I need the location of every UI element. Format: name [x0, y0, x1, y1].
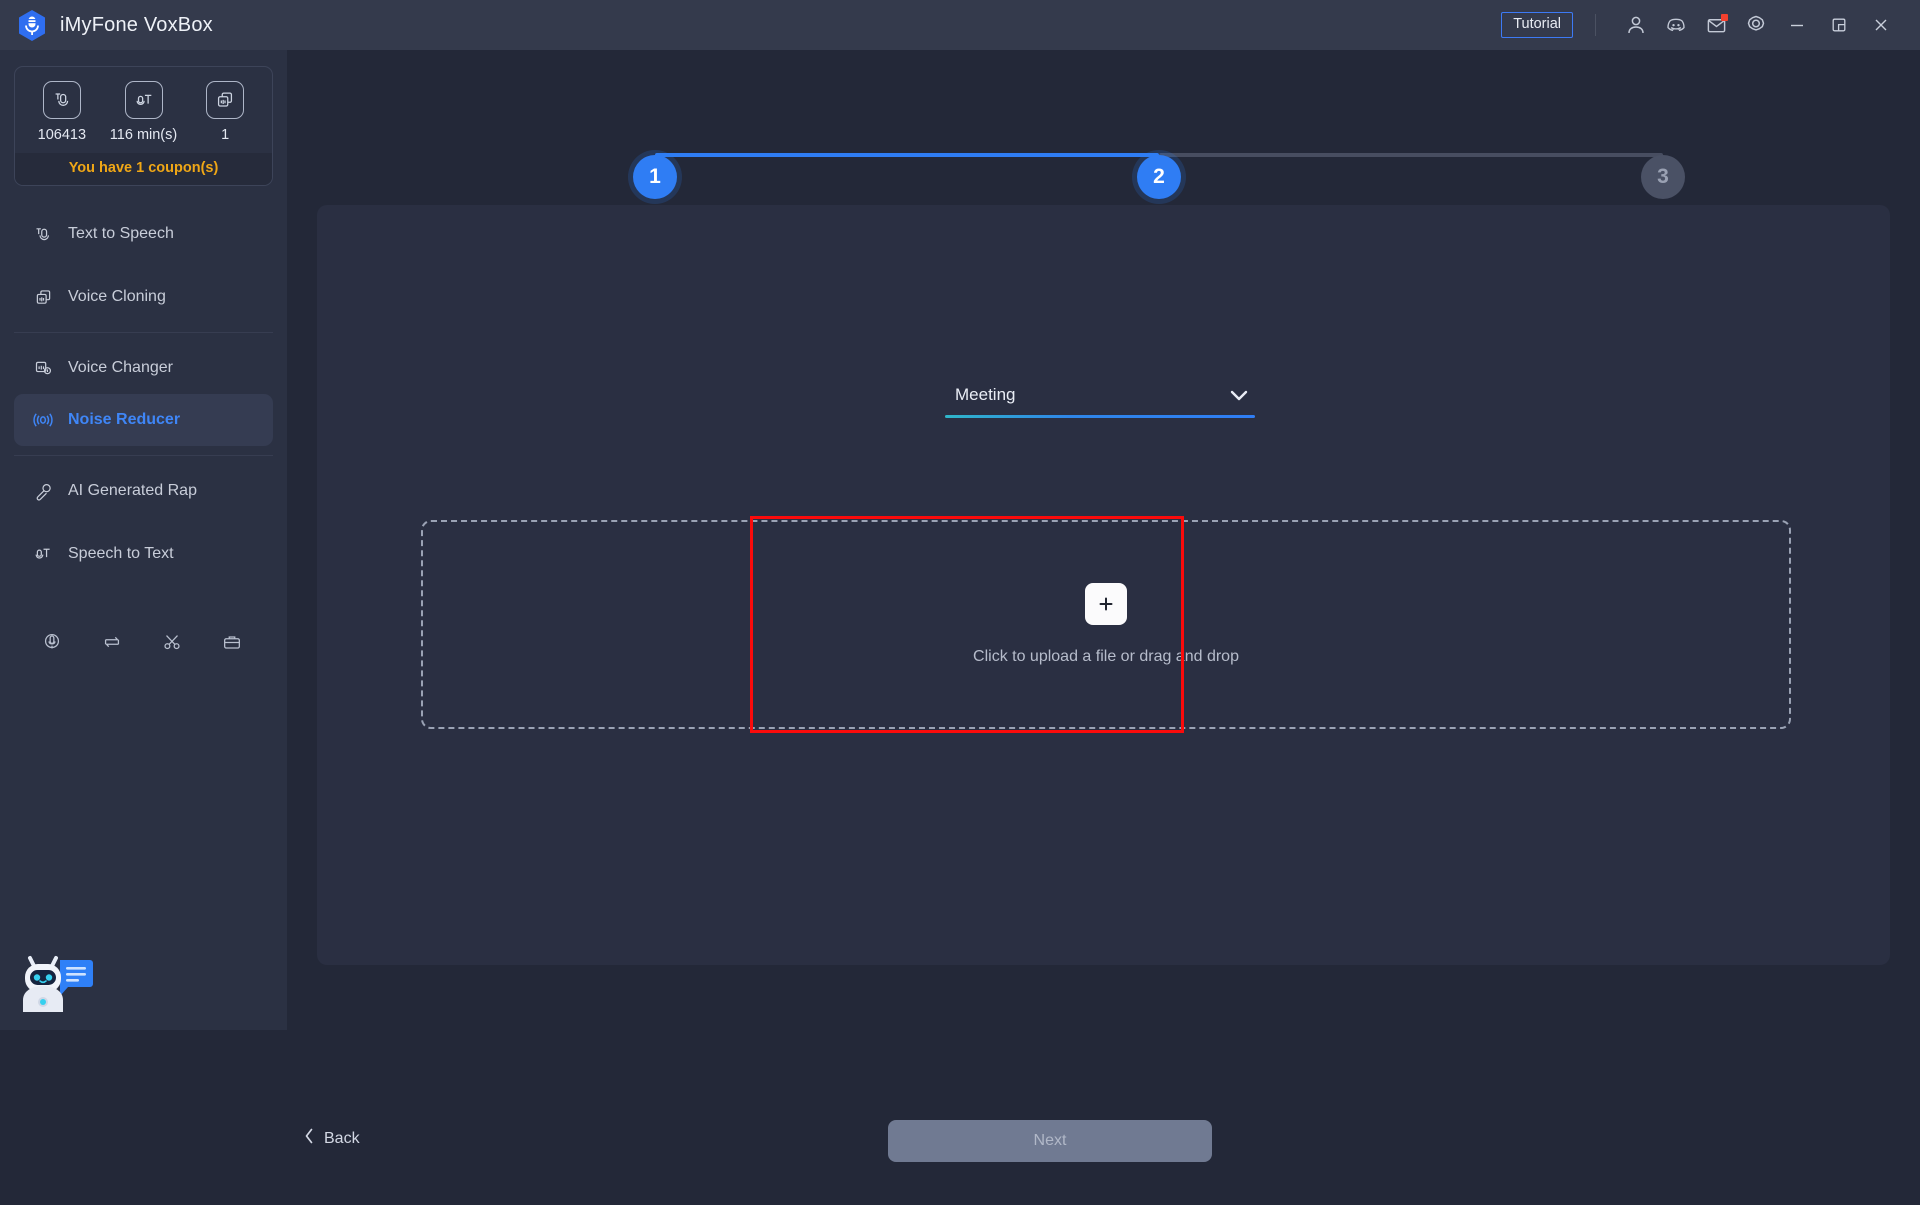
coupon-banner[interactable]: You have 1 coupon(s): [15, 153, 272, 185]
sidebar-nav: Text to Speech Voice Cloning Voice Chang…: [0, 208, 287, 580]
next-button[interactable]: Next: [888, 1120, 1212, 1162]
dropzone-label: Click to upload a file or drag and drop: [973, 648, 1239, 665]
sidebar-item-label: Voice Changer: [68, 359, 173, 376]
minimize-icon[interactable]: [1776, 5, 1818, 45]
speech-to-text-icon: [124, 81, 163, 119]
tutorial-button[interactable]: Tutorial: [1501, 11, 1573, 39]
toolbar-divider: [1595, 14, 1596, 36]
sidebar: 106413 116 min(s) 1 You have 1 coupon(s)…: [0, 50, 287, 1030]
file-dropzone-inner[interactable]: Click to upload a file or drag and drop: [423, 522, 1789, 727]
voxbox-microphone-hexagon-logo-icon: [16, 8, 48, 42]
sidebar-divider: [14, 332, 273, 333]
back-button-label: Back: [324, 1129, 360, 1147]
mode-select-inner: Meeting: [945, 385, 1255, 415]
text-to-speech-icon: [32, 224, 54, 245]
app-title: iMyFone VoxBox: [60, 13, 213, 36]
credit-value: 1: [221, 127, 230, 143]
mail-icon[interactable]: [1696, 5, 1736, 45]
ai-rap-icon: [32, 481, 54, 502]
credit-value: 106413: [37, 127, 87, 143]
chevron-left-icon: [303, 1127, 315, 1150]
gear-icon[interactable]: [1736, 5, 1776, 45]
speech-to-text-icon: [32, 544, 54, 565]
main-content: 1 Select Mode 2 Upload 3 Export Meeting: [287, 50, 1920, 1162]
cut-icon[interactable]: [142, 624, 202, 660]
discord-icon[interactable]: [1656, 5, 1696, 45]
sidebar-tool-row: [14, 624, 273, 660]
window-controls: Tutorial: [1501, 5, 1920, 45]
title-bar: iMyFone VoxBox Tutorial: [0, 0, 1920, 50]
recorder-icon[interactable]: [22, 624, 82, 660]
step-number: 1: [633, 155, 677, 199]
chevron-down-icon: [1227, 387, 1251, 403]
credit-summary-card: 106413 116 min(s) 1 You have 1 coupon(s): [14, 66, 273, 186]
maximize-icon[interactable]: [1818, 5, 1860, 45]
credit-value: 116 min(s): [109, 127, 178, 143]
sidebar-item-voice-changer[interactable]: Voice Changer: [14, 342, 273, 394]
panel-footer: Back Next: [305, 1120, 1920, 1205]
user-icon[interactable]: [1616, 5, 1656, 45]
file-dropzone[interactable]: Click to upload a file or drag and drop: [421, 520, 1791, 729]
voice-cloning-icon: [32, 287, 54, 308]
sidebar-item-label: AI Generated Rap: [68, 482, 197, 499]
sidebar-item-label: Text to Speech: [68, 225, 174, 242]
close-icon[interactable]: [1860, 5, 1902, 45]
progress-stepper: 1 Select Mode 2 Upload 3 Export: [287, 88, 1920, 228]
sidebar-item-ai-generated-rap[interactable]: AI Generated Rap: [14, 465, 273, 517]
text-to-speech-icon: [42, 81, 81, 119]
sidebar-item-speech-to-text[interactable]: Speech to Text: [14, 528, 273, 580]
mode-select-value: Meeting: [955, 385, 1016, 404]
sidebar-item-label: Speech to Text: [68, 545, 174, 562]
step-number: 3: [1641, 155, 1685, 199]
sidebar-item-label: Voice Cloning: [68, 288, 166, 305]
mode-select[interactable]: Meeting: [945, 385, 1255, 418]
chatbot-assistant-icon[interactable]: [14, 942, 96, 1018]
sidebar-divider: [14, 455, 273, 456]
toolbox-icon[interactable]: [202, 624, 262, 660]
step-number: 2: [1137, 155, 1181, 199]
voice-cloning-icon: [206, 81, 245, 119]
convert-icon[interactable]: [82, 624, 142, 660]
mail-unread-badge: [1721, 14, 1728, 21]
stepper-track-remaining: [1159, 153, 1663, 157]
sidebar-item-noise-reducer[interactable]: Noise Reducer: [14, 394, 273, 446]
sidebar-item-voice-cloning[interactable]: Voice Cloning: [14, 271, 273, 323]
credit-cell-characters: 106413: [21, 81, 103, 143]
noise-reducer-icon: [32, 409, 54, 431]
upload-panel: Meeting Click to upload a file or drag a…: [305, 205, 1890, 1162]
credit-cell-minutes: 116 min(s): [103, 81, 185, 143]
stepper-track-completed: [655, 153, 1159, 157]
mode-select-underline: [945, 415, 1255, 418]
sidebar-item-label: Noise Reducer: [68, 411, 181, 428]
voice-changer-icon: [32, 358, 54, 379]
credit-cell-clones: 1: [184, 81, 266, 143]
back-button[interactable]: Back: [293, 1121, 370, 1156]
plus-icon[interactable]: [1085, 583, 1127, 625]
credit-row: 106413 116 min(s) 1: [15, 67, 272, 153]
app-brand: iMyFone VoxBox: [0, 8, 213, 42]
sidebar-item-text-to-speech[interactable]: Text to Speech: [14, 208, 273, 260]
